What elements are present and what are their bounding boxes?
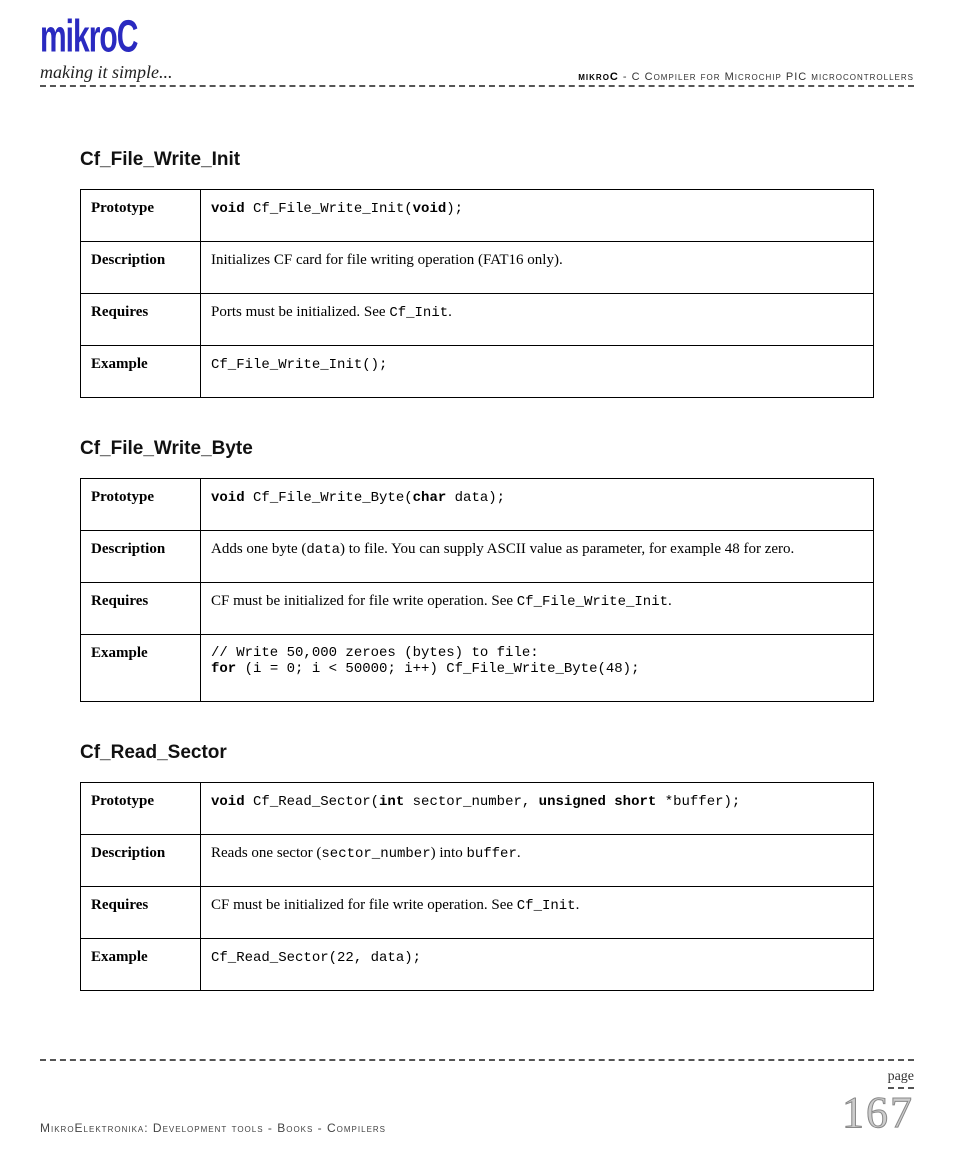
row-value-example: Cf_File_Write_Init(); (201, 346, 874, 398)
row-label-requires: Requires (81, 583, 201, 635)
table-row: Prototype void Cf_File_Write_Byte(char d… (81, 479, 874, 531)
row-label-requires: Requires (81, 887, 201, 939)
row-label-prototype: Prototype (81, 479, 201, 531)
table-row: Prototype void Cf_File_Write_Init(void); (81, 190, 874, 242)
function-table: Prototype void Cf_File_Write_Init(void);… (80, 189, 874, 398)
footer-divider (40, 1059, 914, 1061)
code-text: data); (446, 490, 505, 506)
code-kw: void (211, 201, 245, 217)
desc-text: CF must be initialized for file write op… (211, 897, 517, 913)
row-label-example: Example (81, 939, 201, 991)
table-row: Description Initializes CF card for file… (81, 242, 874, 294)
code-text: ); (446, 201, 463, 217)
desc-text: Ports must be initialized. See (211, 304, 389, 320)
code-ref: buffer (466, 846, 516, 862)
desc-text: ) into (431, 845, 467, 861)
desc-text: . (668, 593, 672, 609)
code-text: *buffer); (656, 794, 740, 810)
tagline: making it simple... (40, 62, 173, 83)
desc-text: . (576, 897, 580, 913)
function-title: Cf_Read_Sector (80, 742, 874, 764)
desc-text: ) to file. You can supply ASCII value as… (340, 541, 794, 557)
row-label-description: Description (81, 242, 201, 294)
page-number: 167 (842, 1091, 914, 1135)
code-kw: void (413, 201, 447, 217)
subtitle-rest: - C Compiler for Microchip PIC microcont… (619, 71, 914, 83)
code-text: Cf_Read_Sector( (245, 794, 379, 810)
row-value-requires: CF must be initialized for file write op… (201, 887, 874, 939)
table-row: Example // Write 50,000 zeroes (bytes) t… (81, 635, 874, 702)
table-row: Requires Ports must be initialized. See … (81, 294, 874, 346)
logo: mikroC (40, 20, 914, 56)
page-label: page (888, 1069, 914, 1089)
row-value-prototype: void Cf_Read_Sector(int sector_number, u… (201, 783, 874, 835)
header-subtitle: mikroC - C Compiler for Microchip PIC mi… (578, 71, 914, 83)
desc-text: Initializes CF card for file writing ope… (211, 252, 563, 268)
footer-company: MikroElektronika: Development tools - Bo… (40, 1121, 386, 1135)
table-row: Prototype void Cf_Read_Sector(int sector… (81, 783, 874, 835)
code-example: Cf_File_Write_Init(); (211, 357, 387, 373)
subtitle-brand: mikroC (578, 71, 619, 83)
row-label-prototype: Prototype (81, 190, 201, 242)
code-kw: char (413, 490, 447, 506)
code-text: (i = 0; i < 50000; i++) Cf_File_Write_By… (236, 661, 639, 677)
row-value-example: // Write 50,000 zeroes (bytes) to file: … (201, 635, 874, 702)
code-kw: void (211, 794, 245, 810)
code-example: Cf_Read_Sector(22, data); (211, 950, 421, 966)
function-title: Cf_File_Write_Init (80, 149, 874, 171)
content: Cf_File_Write_Init Prototype void Cf_Fil… (40, 97, 914, 991)
table-row: Example Cf_Read_Sector(22, data); (81, 939, 874, 991)
table-row: Requires CF must be initialized for file… (81, 583, 874, 635)
page-header: mikroC making it simple... mikroC - C Co… (40, 20, 914, 87)
row-value-description: Reads one sector (sector_number) into bu… (201, 835, 874, 887)
code-kw: for (211, 661, 236, 677)
row-label-description: Description (81, 531, 201, 583)
desc-text: Reads one sector ( (211, 845, 321, 861)
table-row: Description Adds one byte (data) to file… (81, 531, 874, 583)
row-label-requires: Requires (81, 294, 201, 346)
code-ref: sector_number (321, 846, 430, 862)
code-ref: Cf_Init (389, 305, 448, 321)
table-row: Description Reads one sector (sector_num… (81, 835, 874, 887)
row-value-description: Adds one byte (data) to file. You can su… (201, 531, 874, 583)
row-label-example: Example (81, 346, 201, 398)
code-text: sector_number, (404, 794, 538, 810)
desc-text: . (448, 304, 452, 320)
header-row: making it simple... mikroC - C Compiler … (40, 62, 914, 87)
code-comment: // Write 50,000 zeroes (bytes) to file: (211, 645, 863, 661)
code-ref: data (306, 542, 340, 558)
code-kw: void (211, 490, 245, 506)
row-value-prototype: void Cf_File_Write_Init(void); (201, 190, 874, 242)
code-kw: unsigned short (539, 794, 657, 810)
row-value-requires: CF must be initialized for file write op… (201, 583, 874, 635)
function-title: Cf_File_Write_Byte (80, 438, 874, 460)
row-value-example: Cf_Read_Sector(22, data); (201, 939, 874, 991)
page: mikroC making it simple... mikroC - C Co… (0, 0, 954, 1155)
row-label-example: Example (81, 635, 201, 702)
code-text: Cf_File_Write_Init( (245, 201, 413, 217)
page-footer: MikroElektronika: Development tools - Bo… (40, 1059, 914, 1135)
table-row: Example Cf_File_Write_Init(); (81, 346, 874, 398)
code-text: Cf_File_Write_Byte( (245, 490, 413, 506)
desc-text: CF must be initialized for file write op… (211, 593, 517, 609)
row-label-prototype: Prototype (81, 783, 201, 835)
code-ref: Cf_File_Write_Init (517, 594, 668, 610)
function-table: Prototype void Cf_File_Write_Byte(char d… (80, 478, 874, 702)
row-value-prototype: void Cf_File_Write_Byte(char data); (201, 479, 874, 531)
code-kw: int (379, 794, 404, 810)
row-label-description: Description (81, 835, 201, 887)
footer-page: page 167 (842, 1067, 914, 1135)
function-table: Prototype void Cf_Read_Sector(int sector… (80, 782, 874, 991)
desc-text: Adds one byte ( (211, 541, 306, 557)
desc-text: . (517, 845, 521, 861)
row-value-description: Initializes CF card for file writing ope… (201, 242, 874, 294)
table-row: Requires CF must be initialized for file… (81, 887, 874, 939)
row-value-requires: Ports must be initialized. See Cf_Init. (201, 294, 874, 346)
code-ref: Cf_Init (517, 898, 576, 914)
